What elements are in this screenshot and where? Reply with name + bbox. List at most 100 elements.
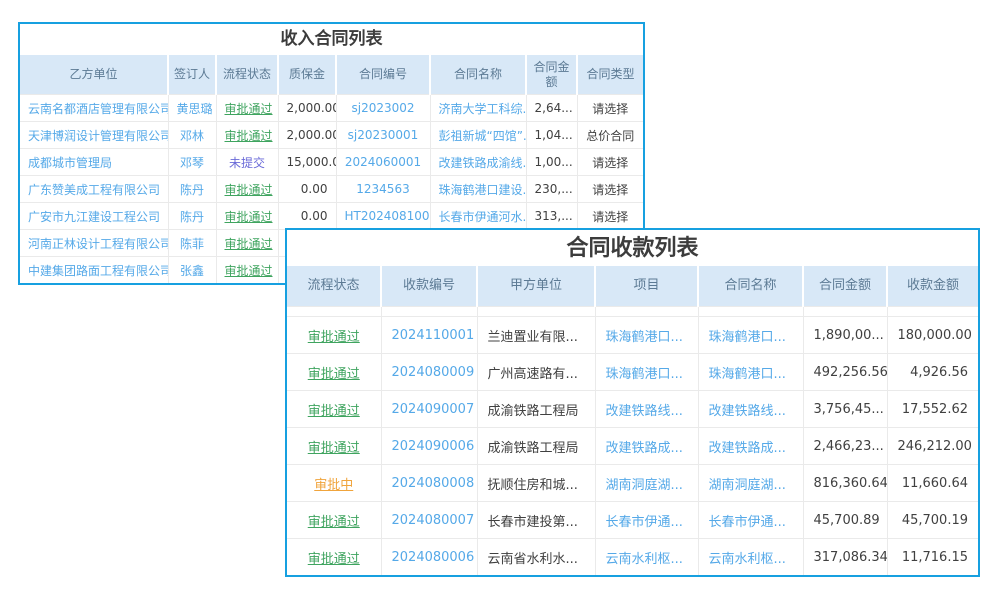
cell-flow-status[interactable]: 未提交 [216, 149, 278, 176]
cell-retention-money: 2,000.00 [278, 95, 336, 122]
cell-flow-status[interactable]: 审批通过 [287, 354, 381, 391]
cell-signer[interactable]: 黄思璐 [168, 95, 216, 122]
table-row: 广安市九江建设工程公司陈丹审批通过0.00HT2024081000...长春市伊… [20, 203, 643, 230]
cell-receipt-no[interactable]: 2024080007 [381, 502, 477, 539]
cell-flow-status[interactable]: 审批中 [287, 465, 381, 502]
cell-signer[interactable]: 邓琴 [168, 149, 216, 176]
cell-receipt-amount: 246,212.00 [887, 428, 978, 465]
cell-contract-amount: 313,... [526, 203, 577, 230]
cell-contract-type[interactable]: 总价合同 [577, 122, 643, 149]
spacer-cell [381, 307, 477, 317]
income-contract-list-title: 收入合同列表 [20, 24, 643, 55]
cell-flow-status[interactable]: 审批通过 [287, 317, 381, 354]
cell-signer[interactable]: 张鑫 [168, 257, 216, 284]
header-project: 项目 [595, 266, 698, 307]
cell-project[interactable]: 湖南洞庭湖... [595, 465, 698, 502]
header-party-b: 乙方单位 [20, 55, 168, 95]
cell-receipt-no[interactable]: 2024110001 [381, 317, 477, 354]
cell-contract-no[interactable]: sj2023002 [336, 95, 430, 122]
cell-contract-name[interactable]: 改建铁路线... [698, 391, 803, 428]
table-row: 审批中2024080008抚顺住房和城...湖南洞庭湖...湖南洞庭湖...81… [287, 465, 978, 502]
cell-project[interactable]: 改建铁路成... [595, 428, 698, 465]
cell-receipt-no[interactable]: 2024080006 [381, 539, 477, 576]
cell-party-a: 广州高速路有... [477, 354, 595, 391]
cell-contract-type[interactable]: 请选择 [577, 176, 643, 203]
cell-signer[interactable]: 陈丹 [168, 203, 216, 230]
table-row: 云南名都酒店管理有限公司黄思璐审批通过2,000.00sj2023002济南大学… [20, 95, 643, 122]
cell-signer[interactable]: 邓林 [168, 122, 216, 149]
cell-party-b[interactable]: 河南正林设计工程有限公司 [20, 230, 168, 257]
cell-receipt-no[interactable]: 2024090006 [381, 428, 477, 465]
cell-signer[interactable]: 陈菲 [168, 230, 216, 257]
cell-contract-name[interactable]: 改建铁路成渝线... [430, 149, 526, 176]
cell-flow-status[interactable]: 审批通过 [287, 502, 381, 539]
cell-receipt-no[interactable]: 2024080009 [381, 354, 477, 391]
cell-project[interactable]: 珠海鹤港口... [595, 317, 698, 354]
cell-contract-name[interactable]: 湖南洞庭湖... [698, 465, 803, 502]
header-flow-status: 流程状态 [287, 266, 381, 307]
cell-contract-name[interactable]: 珠海鹤港口建设... [430, 176, 526, 203]
cell-contract-no[interactable]: 2024060001 [336, 149, 430, 176]
cell-project[interactable]: 长春市伊通... [595, 502, 698, 539]
cell-party-b[interactable]: 广安市九江建设工程公司 [20, 203, 168, 230]
cell-flow-status[interactable]: 审批通过 [216, 203, 278, 230]
cell-receipt-no[interactable]: 2024080008 [381, 465, 477, 502]
cell-flow-status[interactable]: 审批通过 [287, 391, 381, 428]
cell-contract-amount: 317,086.34 [803, 539, 887, 576]
cell-party-b[interactable]: 中建集团路面工程有限公司 [20, 257, 168, 284]
cell-contract-name[interactable]: 珠海鹤港口... [698, 317, 803, 354]
cell-receipt-amount: 17,552.62 [887, 391, 978, 428]
cell-receipt-amount: 4,926.56 [887, 354, 978, 391]
cell-party-b[interactable]: 广东赞美成工程有限公司 [20, 176, 168, 203]
header-receipt-no: 收款编号 [381, 266, 477, 307]
cell-receipt-amount: 45,700.19 [887, 502, 978, 539]
cell-flow-status[interactable]: 审批通过 [287, 539, 381, 576]
cell-flow-status[interactable]: 审批通过 [216, 257, 278, 284]
cell-contract-name[interactable]: 济南大学工科综... [430, 95, 526, 122]
cell-party-a: 长春市建投第... [477, 502, 595, 539]
table-row: 审批通过2024090006成渝铁路工程局改建铁路成...改建铁路成...2,4… [287, 428, 978, 465]
cell-retention-money: 0.00 [278, 203, 336, 230]
cell-contract-amount: 45,700.89 [803, 502, 887, 539]
cell-contract-name[interactable]: 长春市伊通... [698, 502, 803, 539]
cell-contract-no[interactable]: HT2024081000... [336, 203, 430, 230]
cell-contract-type[interactable]: 请选择 [577, 149, 643, 176]
cell-receipt-no[interactable]: 2024090007 [381, 391, 477, 428]
cell-party-b[interactable]: 云南名都酒店管理有限公司 [20, 95, 168, 122]
cell-project[interactable]: 珠海鹤港口... [595, 354, 698, 391]
cell-receipt-amount: 11,716.15 [887, 539, 978, 576]
cell-project[interactable]: 云南水利枢... [595, 539, 698, 576]
cell-contract-no[interactable]: 1234563 [336, 176, 430, 203]
cell-contract-type[interactable]: 请选择 [577, 203, 643, 230]
cell-contract-name[interactable]: 珠海鹤港口... [698, 354, 803, 391]
cell-flow-status[interactable]: 审批通过 [216, 122, 278, 149]
cell-party-a: 兰迪置业有限... [477, 317, 595, 354]
cell-flow-status[interactable]: 审批通过 [216, 176, 278, 203]
cell-contract-name[interactable]: 彭祖新城“四馆”... [430, 122, 526, 149]
cell-retention-money: 2,000.00 [278, 122, 336, 149]
cell-contract-no[interactable]: sj20230001 [336, 122, 430, 149]
table-row: 审批通过2024080006云南省水利水...云南水利枢...云南水利枢...3… [287, 539, 978, 576]
header-contract-no: 合同编号 [336, 55, 430, 95]
cell-contract-type[interactable]: 请选择 [577, 95, 643, 122]
table-row: 审批通过2024090007成渝铁路工程局改建铁路线...改建铁路线...3,7… [287, 391, 978, 428]
cell-project[interactable]: 改建铁路线... [595, 391, 698, 428]
header-contract-name: 合同名称 [698, 266, 803, 307]
cell-contract-name[interactable]: 长春市伊通河水... [430, 203, 526, 230]
cell-flow-status[interactable]: 审批通过 [287, 428, 381, 465]
cell-party-b[interactable]: 成都城市管理局 [20, 149, 168, 176]
cell-flow-status[interactable]: 审批通过 [216, 230, 278, 257]
header-party-a: 甲方单位 [477, 266, 595, 307]
header-contract-type: 合同类型 [577, 55, 643, 95]
header-flow-status: 流程状态 [216, 55, 278, 95]
header-receipt-amount: 收款金额 [887, 266, 978, 307]
cell-signer[interactable]: 陈丹 [168, 176, 216, 203]
cell-contract-amount: 492,256.56 [803, 354, 887, 391]
cell-contract-amount: 3,756,45... [803, 391, 887, 428]
header-contract-name: 合同名称 [430, 55, 526, 95]
cell-contract-amount: 1,04... [526, 122, 577, 149]
cell-contract-name[interactable]: 云南水利枢... [698, 539, 803, 576]
cell-party-b[interactable]: 天津博润设计管理有限公司 [20, 122, 168, 149]
cell-flow-status[interactable]: 审批通过 [216, 95, 278, 122]
cell-contract-name[interactable]: 改建铁路成... [698, 428, 803, 465]
